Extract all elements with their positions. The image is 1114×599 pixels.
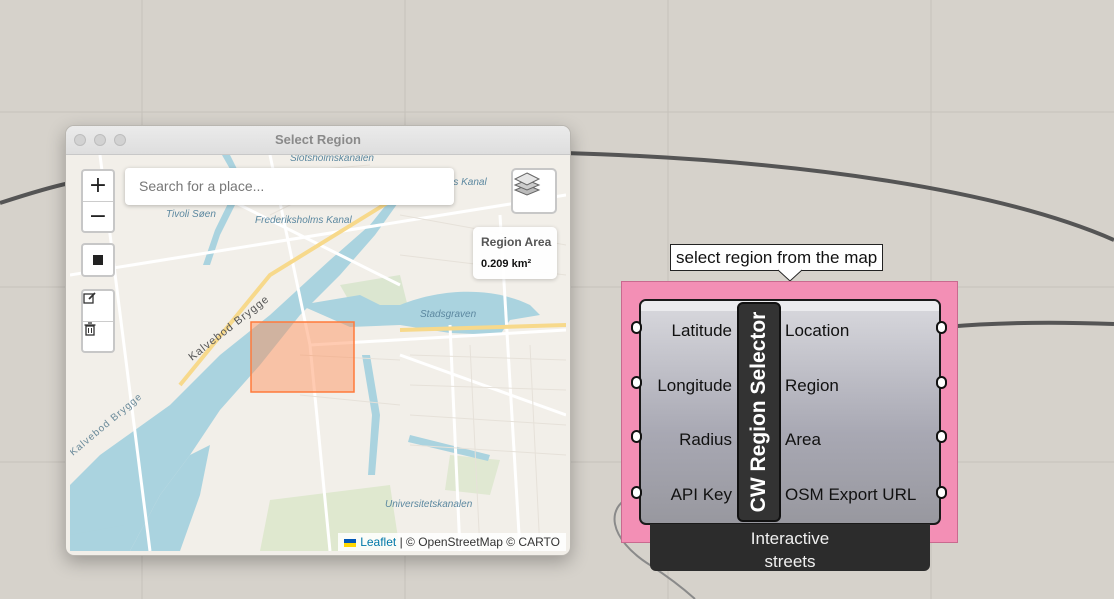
map-tiles: Slotsholmskanalen Frederiksholms Kanal T… [70,155,566,551]
group-label-line-2: streets [764,552,816,571]
leaflet-link[interactable]: Leaflet [360,535,396,549]
map-label: Stadsgraven [420,309,477,320]
region-area-panel: Region Area 0.209 km² [473,227,557,279]
map-label: Tivoli Søen [166,209,216,220]
input-grip[interactable] [631,321,642,334]
map-label: Slotsholmskanalen [290,155,374,164]
zoom-control: + − [81,169,115,233]
output-grip[interactable] [936,430,947,443]
component-group-label: Interactive streets [650,524,930,571]
map-label: Universitetskanalen [385,499,473,510]
output-grip[interactable] [936,376,947,389]
input-param-latitude[interactable]: Latitude [640,321,733,341]
draw-rectangle-button[interactable] [83,245,113,275]
output-param-location[interactable]: Location [785,321,849,341]
input-param-longitude[interactable]: Longitude [640,376,732,396]
region-area-title: Region Area [481,235,552,249]
group-label-line-1: Interactive [750,529,830,548]
layers-icon [513,172,541,196]
map-view[interactable]: Slotsholmskanalen Frederiksholms Kanal T… [70,155,566,551]
component-highlight [641,301,939,311]
map-attribution: Leaflet | © OpenStreetMap © CARTO [338,533,566,551]
selected-region-rectangle[interactable] [250,321,355,393]
layers-button[interactable] [511,168,557,214]
window-titlebar[interactable]: Select Region [66,126,570,155]
zoom-out-label: − [88,204,108,229]
zoom-out-button[interactable]: − [83,202,113,232]
draw-toolbar [81,243,115,277]
map-label: Frederiksholms Kanal [255,215,352,226]
search-placeholder: Search for a place... [139,178,265,194]
wire-location-output [944,320,1114,329]
edit-layers-button[interactable] [83,291,113,322]
component-nickname: CW Region Selector [747,311,770,513]
region-area-value: 0.209 km² [481,258,532,270]
output-grip[interactable] [936,321,947,334]
edit-toolbar [81,289,115,353]
output-grip[interactable] [936,486,947,499]
window-title: Select Region [275,132,361,147]
output-param-region[interactable]: Region [785,376,839,396]
map-label: rs Kanal [450,177,487,188]
component-tooltip: select region from the map [670,244,884,271]
place-search-input[interactable]: Search for a place... [125,168,454,205]
wire-left [0,181,71,205]
zoom-in-button[interactable]: + [83,171,113,202]
zoom-in-label: + [88,173,108,198]
trash-icon [84,322,96,336]
select-region-window: Select Region Slotsholmskanalen Frederik… [65,125,571,556]
edit-icon [83,292,96,304]
attribution-text: | © OpenStreetMap © CARTO [396,535,560,549]
delete-layers-button[interactable] [83,322,113,352]
output-param-osm-export-url[interactable]: OSM Export URL [785,485,916,505]
input-grip[interactable] [631,486,642,499]
rectangle-icon [93,255,103,265]
output-param-area[interactable]: Area [785,430,821,450]
input-param-radius[interactable]: Radius [640,430,732,450]
wire-top [564,151,1114,242]
input-grip[interactable] [631,430,642,443]
ukraine-flag-icon [344,538,357,547]
input-grip[interactable] [631,376,642,389]
input-param-api-key[interactable]: API Key [640,485,732,505]
